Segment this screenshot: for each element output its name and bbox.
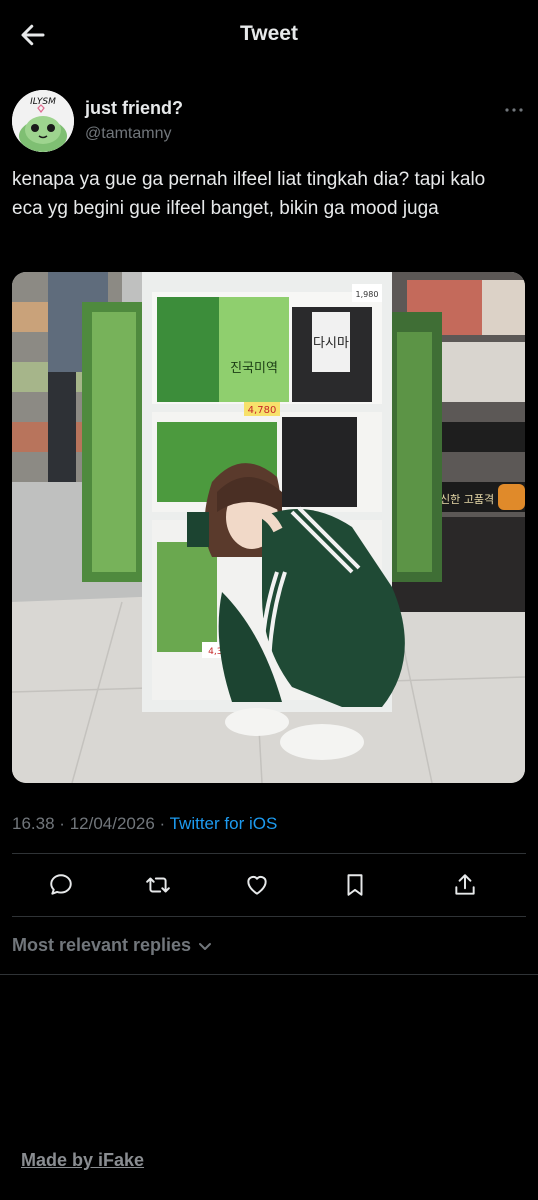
watermark: Made by iFake: [21, 1150, 145, 1170]
reply-icon[interactable]: [48, 872, 74, 898]
tweet-time: 16.38: [12, 814, 55, 833]
avatar-text: ILYSM: [30, 97, 56, 107]
tweet-date: 12/04/2026: [69, 814, 155, 833]
tweet-text: kenapa ya gue ga pernah ilfeel liat ting…: [12, 169, 486, 219]
display-name[interactable]: just friend?: [85, 98, 183, 119]
bookmark-icon[interactable]: [342, 872, 368, 898]
product-label-seaweed: 다시마: [313, 336, 349, 351]
share-icon[interactable]: [452, 872, 478, 898]
tweet-meta: 16.38 · 12/04/2026 · Twitter for iOS: [12, 814, 277, 834]
chevron-down-icon: [199, 942, 212, 950]
user-handle[interactable]: @tamtamny: [85, 125, 171, 143]
tweet-client[interactable]: Twitter for iOS: [170, 814, 278, 833]
divider: [12, 916, 526, 917]
avatar[interactable]: ILYSM: [12, 90, 74, 152]
replies-sort[interactable]: Most relevant replies: [12, 935, 213, 956]
replies-sort-label: Most relevant replies: [12, 935, 192, 955]
product-label-miyeok: 진국미역: [230, 361, 278, 376]
top-bar: Tweet: [0, 0, 538, 70]
like-icon[interactable]: [244, 872, 270, 898]
meta-separator: ·: [159, 814, 166, 833]
tweet-author: ILYSM just friend? @tamtamny: [12, 90, 526, 152]
divider: [0, 974, 538, 975]
price-tag-1: 4,780: [248, 405, 277, 416]
tweet-photo[interactable]: 신한 고품격 다시마 진국미역 4,780 1,980 4,380: [12, 272, 525, 783]
action-bar: [0, 860, 538, 910]
store-sign: 신한 고품격: [440, 493, 494, 506]
meta-separator: ·: [59, 814, 65, 833]
retweet-icon[interactable]: [145, 872, 171, 898]
divider: [12, 853, 526, 854]
page-title: Tweet: [240, 22, 298, 45]
price-tag-2: 1,980: [356, 290, 379, 299]
more-options-icon[interactable]: [502, 100, 526, 120]
